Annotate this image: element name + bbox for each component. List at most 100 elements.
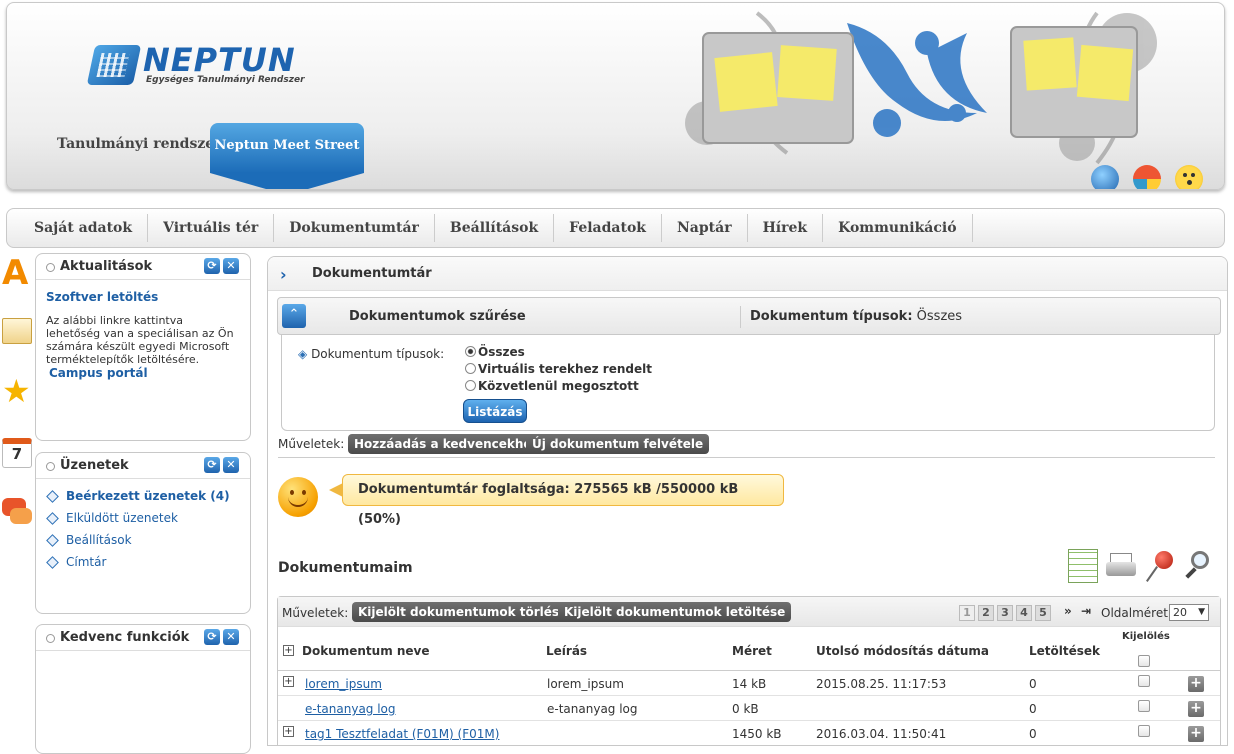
filter-body: ◈ Dokumentum típusok: Összes Virtuális t… [281, 335, 1215, 431]
news-headline[interactable]: Szoftver letöltés [46, 290, 240, 304]
accessibility-icon[interactable] [1175, 165, 1203, 189]
tab-neptun-meet-street[interactable]: Neptun Meet Street [210, 123, 364, 173]
doc-name-link[interactable]: e-tananyag log [305, 702, 396, 716]
font-size-icon[interactable]: A [2, 256, 32, 290]
tab-active-arrow [210, 173, 364, 189]
divider [278, 457, 1215, 458]
delete-selected-button[interactable]: Kijelölt dokumentumok törlése [352, 602, 574, 622]
calendar-day: 7 [11, 445, 23, 463]
refresh-icon[interactable]: ⟳ [204, 629, 220, 645]
col-header-modified[interactable]: Utolsó módosítás dátuma [816, 644, 989, 658]
panel-bullet-icon [46, 263, 55, 272]
collapse-icon[interactable]: ⌃ [282, 304, 306, 328]
doc-name-link[interactable]: lorem_ipsum [305, 677, 382, 691]
tab-tanulmanyi-rendszer[interactable]: Tanulmányi rendszer [57, 136, 222, 152]
main-menu: Saját adatok Virtuális tér Dokumentumtár… [6, 208, 1225, 248]
radio-virtualis-label: Virtuális terekhez rendelt [478, 362, 652, 376]
refresh-icon[interactable]: ⟳ [204, 457, 220, 473]
doc-modified: 2016.03.04. 11:50:41 [816, 727, 947, 741]
radio-kozvetlenul[interactable]: Közvetlenül megosztott [465, 379, 639, 393]
page-3[interactable]: 3 [997, 605, 1013, 621]
row-checkbox[interactable] [1138, 700, 1150, 712]
close-icon[interactable]: ✕ [223, 629, 239, 645]
refresh-icon[interactable]: ⟳ [204, 258, 220, 274]
row-checkbox[interactable] [1138, 675, 1150, 687]
doc-size: 1450 kB [732, 727, 782, 741]
select-all-checkbox[interactable] [1138, 655, 1150, 667]
col-header-name[interactable]: Dokumentum neve [302, 644, 430, 658]
doc-size: 0 kB [732, 702, 759, 716]
row-add-icon[interactable]: + [1188, 676, 1204, 692]
panel-messages: Üzenetek ⟳ ✕ Beérkezett üzenetek (4) Elk… [35, 452, 251, 614]
page-4[interactable]: 4 [1016, 605, 1032, 621]
messages-directory[interactable]: Címtár [46, 551, 240, 573]
col-header-size[interactable]: Méret [732, 644, 772, 658]
doc-downloads: 0 [1029, 727, 1037, 741]
logo-subtitle: Egységes Tanulmányi Rendszer [146, 75, 305, 85]
close-icon[interactable]: ✕ [223, 258, 239, 274]
doc-downloads: 0 [1029, 702, 1037, 716]
smiley-icon [278, 477, 318, 517]
menu-virtualis-ter[interactable]: Virtuális tér [148, 214, 275, 242]
download-selected-button[interactable]: Kijelölt dokumentumok letöltése [558, 602, 792, 622]
radio-selected-icon [465, 346, 476, 357]
expand-all-icon[interactable]: + [283, 645, 294, 656]
page-5[interactable]: 5 [1035, 605, 1051, 621]
col-header-description[interactable]: Leírás [546, 644, 587, 658]
page-1[interactable]: 1 [959, 605, 975, 621]
menu-hirek[interactable]: Hírek [748, 214, 824, 242]
row-add-icon[interactable]: + [1188, 701, 1204, 717]
chevron-right-icon: › [280, 265, 287, 284]
chat-icon[interactable] [2, 498, 32, 528]
radio-osszes[interactable]: Összes [465, 345, 525, 359]
doc-size: 14 kB [732, 677, 767, 691]
menu-beallitasok[interactable]: Beállítások [435, 214, 555, 242]
neptun-logo[interactable]: NEPTUN Egységes Tanulmányi Rendszer [86, 41, 305, 91]
col-header-select: Kijelölés [1122, 631, 1170, 642]
close-icon[interactable]: ✕ [223, 457, 239, 473]
header-illustration [685, 11, 1157, 165]
doc-name-link[interactable]: tag1 Tesztfeladat (F01M) (F01M) [305, 727, 499, 741]
filter-type-label: Dokumentum típusok: [750, 309, 913, 324]
new-document-button[interactable]: Új dokumentum felvétele [526, 434, 710, 454]
calendar-icon[interactable]: 7 [2, 438, 32, 468]
messages-settings[interactable]: Beállítások [46, 529, 240, 551]
campus-portal-link[interactable]: Campus portál [49, 366, 240, 380]
storage-usage-bubble: Dokumentumtár foglaltsága: 275565 kB /55… [329, 474, 784, 527]
menu-dokumentumtar[interactable]: Dokumentumtár [274, 214, 435, 242]
add-to-favorites-button[interactable]: Hozzáadás a kedvencekhez [348, 434, 545, 454]
globe-icon[interactable] [1091, 165, 1119, 189]
menu-kommunikacio[interactable]: Kommunikáció [823, 214, 973, 242]
excel-export-icon[interactable] [1068, 549, 1098, 583]
list-button[interactable]: Listázás [463, 399, 527, 423]
star-icon[interactable]: ★ [2, 375, 32, 407]
main-header: › Dokumentumtár [268, 257, 1227, 291]
menu-naptar[interactable]: Naptár [662, 214, 748, 242]
panel-messages-title: Üzenetek [60, 458, 129, 473]
messages-inbox[interactable]: Beérkezett üzenetek (4) [46, 485, 240, 507]
envelope-icon[interactable] [2, 318, 32, 344]
next-page-icon[interactable]: » [1064, 604, 1072, 618]
search-icon[interactable] [1183, 549, 1213, 583]
row-checkbox[interactable] [1138, 725, 1150, 737]
filter-title[interactable]: Dokumentumok szűrése [349, 309, 526, 324]
divider [278, 670, 1220, 671]
expand-row-icon[interactable]: + [283, 726, 294, 737]
menu-feladatok[interactable]: Feladatok [554, 214, 662, 242]
menu-sajat-adatok[interactable]: Saját adatok [19, 214, 149, 242]
messages-sent[interactable]: Elküldött üzenetek [46, 507, 240, 529]
print-icon[interactable] [1106, 549, 1136, 583]
radio-virtualis-terekhez[interactable]: Virtuális terekhez rendelt [465, 362, 652, 376]
chevron-down-icon: ▼ [1198, 607, 1205, 617]
pin-icon[interactable] [1145, 549, 1175, 583]
page-2[interactable]: 2 [978, 605, 994, 621]
filter-field-label-text: Dokumentum típusok: [311, 347, 445, 361]
doc-description: lorem_ipsum [547, 677, 624, 691]
panel-news-header: Aktualitások ⟳ ✕ [36, 254, 250, 280]
expand-row-icon[interactable]: + [283, 676, 294, 687]
page-size-select[interactable]: 20 ▼ [1169, 604, 1209, 621]
color-theme-icon[interactable] [1133, 165, 1161, 189]
last-page-icon[interactable]: ⇥ [1081, 604, 1091, 618]
documents-title: Dokumentumaim [278, 560, 413, 576]
col-header-downloads[interactable]: Letöltések [1029, 644, 1100, 658]
